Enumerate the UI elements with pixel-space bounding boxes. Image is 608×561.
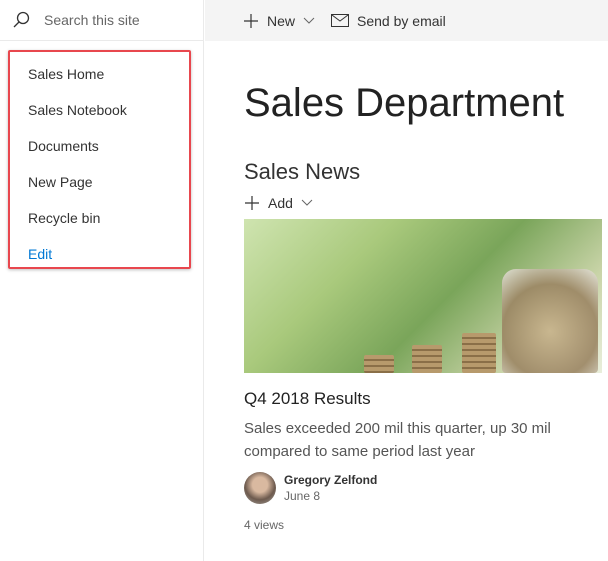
nav-edit-link[interactable]: Edit: [10, 238, 189, 274]
plus-icon: [245, 196, 259, 210]
search-icon: [13, 11, 30, 28]
author-name[interactable]: Gregory Zelfond: [284, 473, 377, 487]
send-label: Send by email: [357, 12, 446, 29]
command-bar: New Send by email: [205, 0, 608, 41]
avatar: [244, 472, 276, 504]
nav-item-sales-home[interactable]: Sales Home: [10, 58, 189, 94]
chevron-down-icon: [303, 17, 315, 24]
main-content: Sales Department Sales News Add Q4 2018 …: [244, 41, 608, 532]
news-description: Sales exceeded 200 mil this quarter, up …: [244, 420, 551, 460]
nav-item-sales-notebook[interactable]: Sales Notebook: [10, 94, 189, 130]
send-by-email-button[interactable]: Send by email: [331, 13, 446, 29]
page-title: Sales Department: [244, 81, 565, 125]
news-date: June 8: [284, 489, 321, 503]
left-navigation: Search this site Sales Home Sales Notebo…: [0, 0, 204, 561]
view-count: 4 views: [244, 518, 285, 532]
site-nav-menu: Sales Home Sales Notebook Documents New …: [8, 50, 191, 269]
nav-item-documents[interactable]: Documents: [10, 130, 189, 166]
nav-item-recycle-bin[interactable]: Recycle bin: [10, 202, 189, 238]
add-news-button[interactable]: Add: [244, 195, 608, 211]
chevron-down-icon: [301, 199, 313, 206]
nav-item-new-page[interactable]: New Page: [10, 166, 189, 202]
new-label: New: [267, 12, 296, 29]
news-image[interactable]: [244, 219, 602, 373]
mail-icon: [331, 14, 350, 27]
news-author: Gregory Zelfond June 8: [244, 472, 608, 504]
plus-icon: [244, 13, 258, 28]
new-button[interactable]: New: [243, 13, 315, 29]
news-heading: Sales News: [244, 159, 361, 184]
news-title[interactable]: Q4 2018 Results: [244, 389, 608, 409]
add-label: Add: [268, 195, 293, 211]
search-placeholder: Search this site: [44, 12, 140, 28]
search-box[interactable]: Search this site: [0, 0, 203, 41]
